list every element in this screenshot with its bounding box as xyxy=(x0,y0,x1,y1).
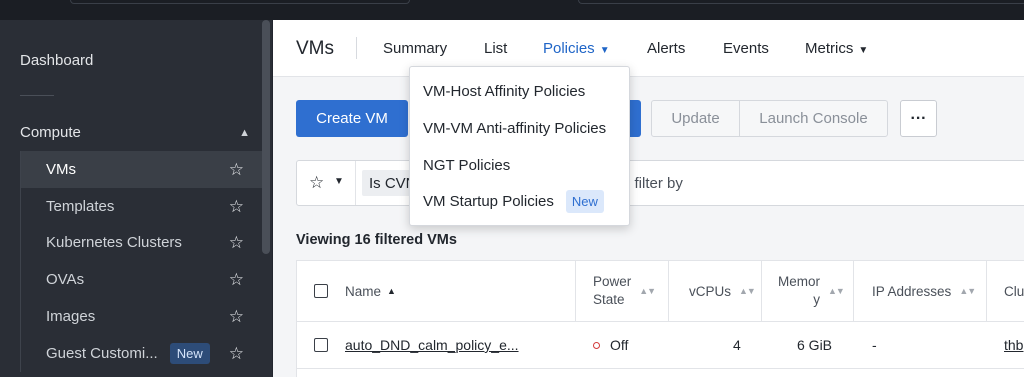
column-divider xyxy=(761,261,762,322)
tab-policies[interactable]: Policies ▼ xyxy=(543,40,610,57)
top-field[interactable] xyxy=(578,0,1024,4)
sort-icon: ▲▼ xyxy=(828,286,845,296)
column-divider xyxy=(986,261,987,322)
sidebar-item-label: Images xyxy=(46,308,96,326)
star-icon[interactable]: ☆ xyxy=(229,161,244,178)
top-search-field[interactable] xyxy=(70,0,410,4)
star-icon[interactable]: ☆ xyxy=(309,173,324,193)
sidebar-item-vms[interactable]: VMs ☆ xyxy=(21,151,262,188)
memory-cell: 6 GiB xyxy=(797,337,833,353)
sort-asc-icon: ▲ xyxy=(387,286,396,296)
sort-icon: ▲▼ xyxy=(739,286,756,296)
column-divider xyxy=(668,261,669,322)
sidebar-item-label: Guest Customi... xyxy=(46,344,158,362)
policies-dropdown-menu: VM-Host Affinity Policies VM-VM Anti-aff… xyxy=(409,66,630,226)
column-label: Power xyxy=(593,274,632,289)
sidebar-item-label: Templates xyxy=(46,197,115,215)
more-actions-button[interactable]: ··· xyxy=(900,100,937,137)
new-badge: New xyxy=(565,190,604,213)
sidebar-item-kubernetes-clusters[interactable]: Kubernetes Clusters ☆ xyxy=(21,225,262,262)
sidebar: Dashboard Compute ▲ VMs ☆ Templates ☆ Ku… xyxy=(0,20,272,377)
filter-divider xyxy=(355,161,356,205)
tab-alerts[interactable]: Alerts xyxy=(647,40,685,57)
page-title: VMs xyxy=(296,38,334,59)
menu-item-vm-startup-policies[interactable]: VM Startup Policies New xyxy=(423,190,604,213)
sidebar-list: VMs ☆ Templates ☆ Kubernetes Clusters ☆ … xyxy=(20,151,262,372)
update-button[interactable]: Update xyxy=(652,101,740,136)
column-header-power-state[interactable]: Power State ▲▼ xyxy=(593,261,656,321)
star-icon[interactable]: ☆ xyxy=(229,345,244,362)
vm-action-group: Update Launch Console xyxy=(651,100,888,137)
sidebar-section-compute[interactable]: Compute ▲ xyxy=(20,124,250,141)
launch-console-button[interactable]: Launch Console xyxy=(740,101,887,136)
header-divider xyxy=(356,37,357,59)
chevron-up-icon: ▲ xyxy=(239,126,250,139)
column-header-memory[interactable]: Memor y ▲▼ xyxy=(778,261,845,321)
sidebar-item-dashboard[interactable]: Dashboard xyxy=(20,52,93,69)
tab-label: Policies xyxy=(543,40,595,57)
tab-label: Metrics xyxy=(805,40,854,57)
filter-bar[interactable]: ☆ ▼ Is CVN e filter by xyxy=(296,160,1024,206)
column-divider xyxy=(853,261,854,322)
power-state-cell: Off xyxy=(593,322,628,368)
new-badge: New xyxy=(169,342,210,364)
column-label: Memor xyxy=(778,274,821,289)
filter-placeholder[interactable]: e filter by xyxy=(622,175,683,192)
sort-icon: ▲▼ xyxy=(639,286,656,296)
menu-item-vm-host-affinity[interactable]: VM-Host Affinity Policies xyxy=(423,83,585,100)
sidebar-item-label: Kubernetes Clusters xyxy=(46,234,182,252)
main-content: VMs Summary List Policies ▼ Alerts Events… xyxy=(273,20,1024,377)
ip-cell: - xyxy=(872,337,877,353)
page-header: VMs Summary List Policies ▼ Alerts Events… xyxy=(273,20,1024,77)
star-icon[interactable]: ☆ xyxy=(229,198,244,215)
table-header-row: Name ▲ Power State ▲▼ vCPUs ▲▼ Memor y ▲… xyxy=(297,261,1024,322)
cluster-link[interactable]: thb xyxy=(1004,322,1023,368)
column-header-cluster[interactable]: Clu xyxy=(1004,261,1024,321)
sidebar-scrollbar[interactable] xyxy=(262,20,270,254)
create-vm-button[interactable]: Create VM xyxy=(296,100,408,137)
sidebar-item-ovas[interactable]: OVAs ☆ xyxy=(21,261,262,298)
chevron-down-icon[interactable]: ▼ xyxy=(334,176,344,187)
result-count: Viewing 16 filtered VMs xyxy=(296,232,457,248)
column-label: vCPUs xyxy=(689,283,732,299)
vm-name-link[interactable]: auto_DND_calm_policy_e... xyxy=(345,322,519,368)
column-header-name[interactable]: Name ▲ xyxy=(345,261,396,321)
table-row[interactable]: auto_DND_calm_policy_e... Off 4 6 GiB - … xyxy=(297,322,1024,369)
tab-list[interactable]: List xyxy=(484,40,507,57)
sidebar-section-label: Compute xyxy=(20,124,81,141)
column-label: State xyxy=(593,292,625,307)
menu-item-ngt-policies[interactable]: NGT Policies xyxy=(423,157,510,174)
menu-item-label: VM Startup Policies xyxy=(423,193,554,210)
tab-events[interactable]: Events xyxy=(723,40,769,57)
sort-icon: ▲▼ xyxy=(959,286,976,296)
column-label: Name xyxy=(345,283,382,299)
column-header-ip-addresses[interactable]: IP Addresses ▲▼ xyxy=(872,261,976,321)
off-status-icon xyxy=(593,341,600,349)
tab-summary[interactable]: Summary xyxy=(383,40,447,57)
star-icon[interactable]: ☆ xyxy=(229,271,244,288)
column-label: y xyxy=(813,292,821,307)
top-bar xyxy=(0,0,1024,20)
sidebar-divider xyxy=(20,95,54,96)
vcpus-cell: 4 xyxy=(733,337,741,353)
star-icon[interactable]: ☆ xyxy=(229,234,244,251)
row-checkbox[interactable] xyxy=(314,322,328,368)
sidebar-item-images[interactable]: Images ☆ xyxy=(21,298,262,335)
power-state-text: Off xyxy=(610,337,629,353)
menu-item-vm-vm-anti-affinity[interactable]: VM-VM Anti-affinity Policies xyxy=(423,120,606,137)
select-all-checkbox[interactable] xyxy=(314,261,328,321)
tab-metrics[interactable]: Metrics ▼ xyxy=(805,40,868,57)
column-divider xyxy=(575,261,576,322)
sidebar-item-guest-customization[interactable]: Guest Customi... New ☆ xyxy=(21,335,262,372)
column-header-vcpus[interactable]: vCPUs ▲▼ xyxy=(689,261,756,321)
star-icon[interactable]: ☆ xyxy=(229,308,244,325)
column-label: IP Addresses xyxy=(872,283,952,299)
vm-table: Name ▲ Power State ▲▼ vCPUs ▲▼ Memor y ▲… xyxy=(296,260,1024,377)
sidebar-item-label: OVAs xyxy=(46,271,85,289)
sidebar-item-label: VMs xyxy=(46,160,76,178)
chevron-down-icon: ▼ xyxy=(858,45,869,56)
sidebar-item-templates[interactable]: Templates ☆ xyxy=(21,188,262,225)
chevron-down-icon: ▼ xyxy=(599,45,610,56)
